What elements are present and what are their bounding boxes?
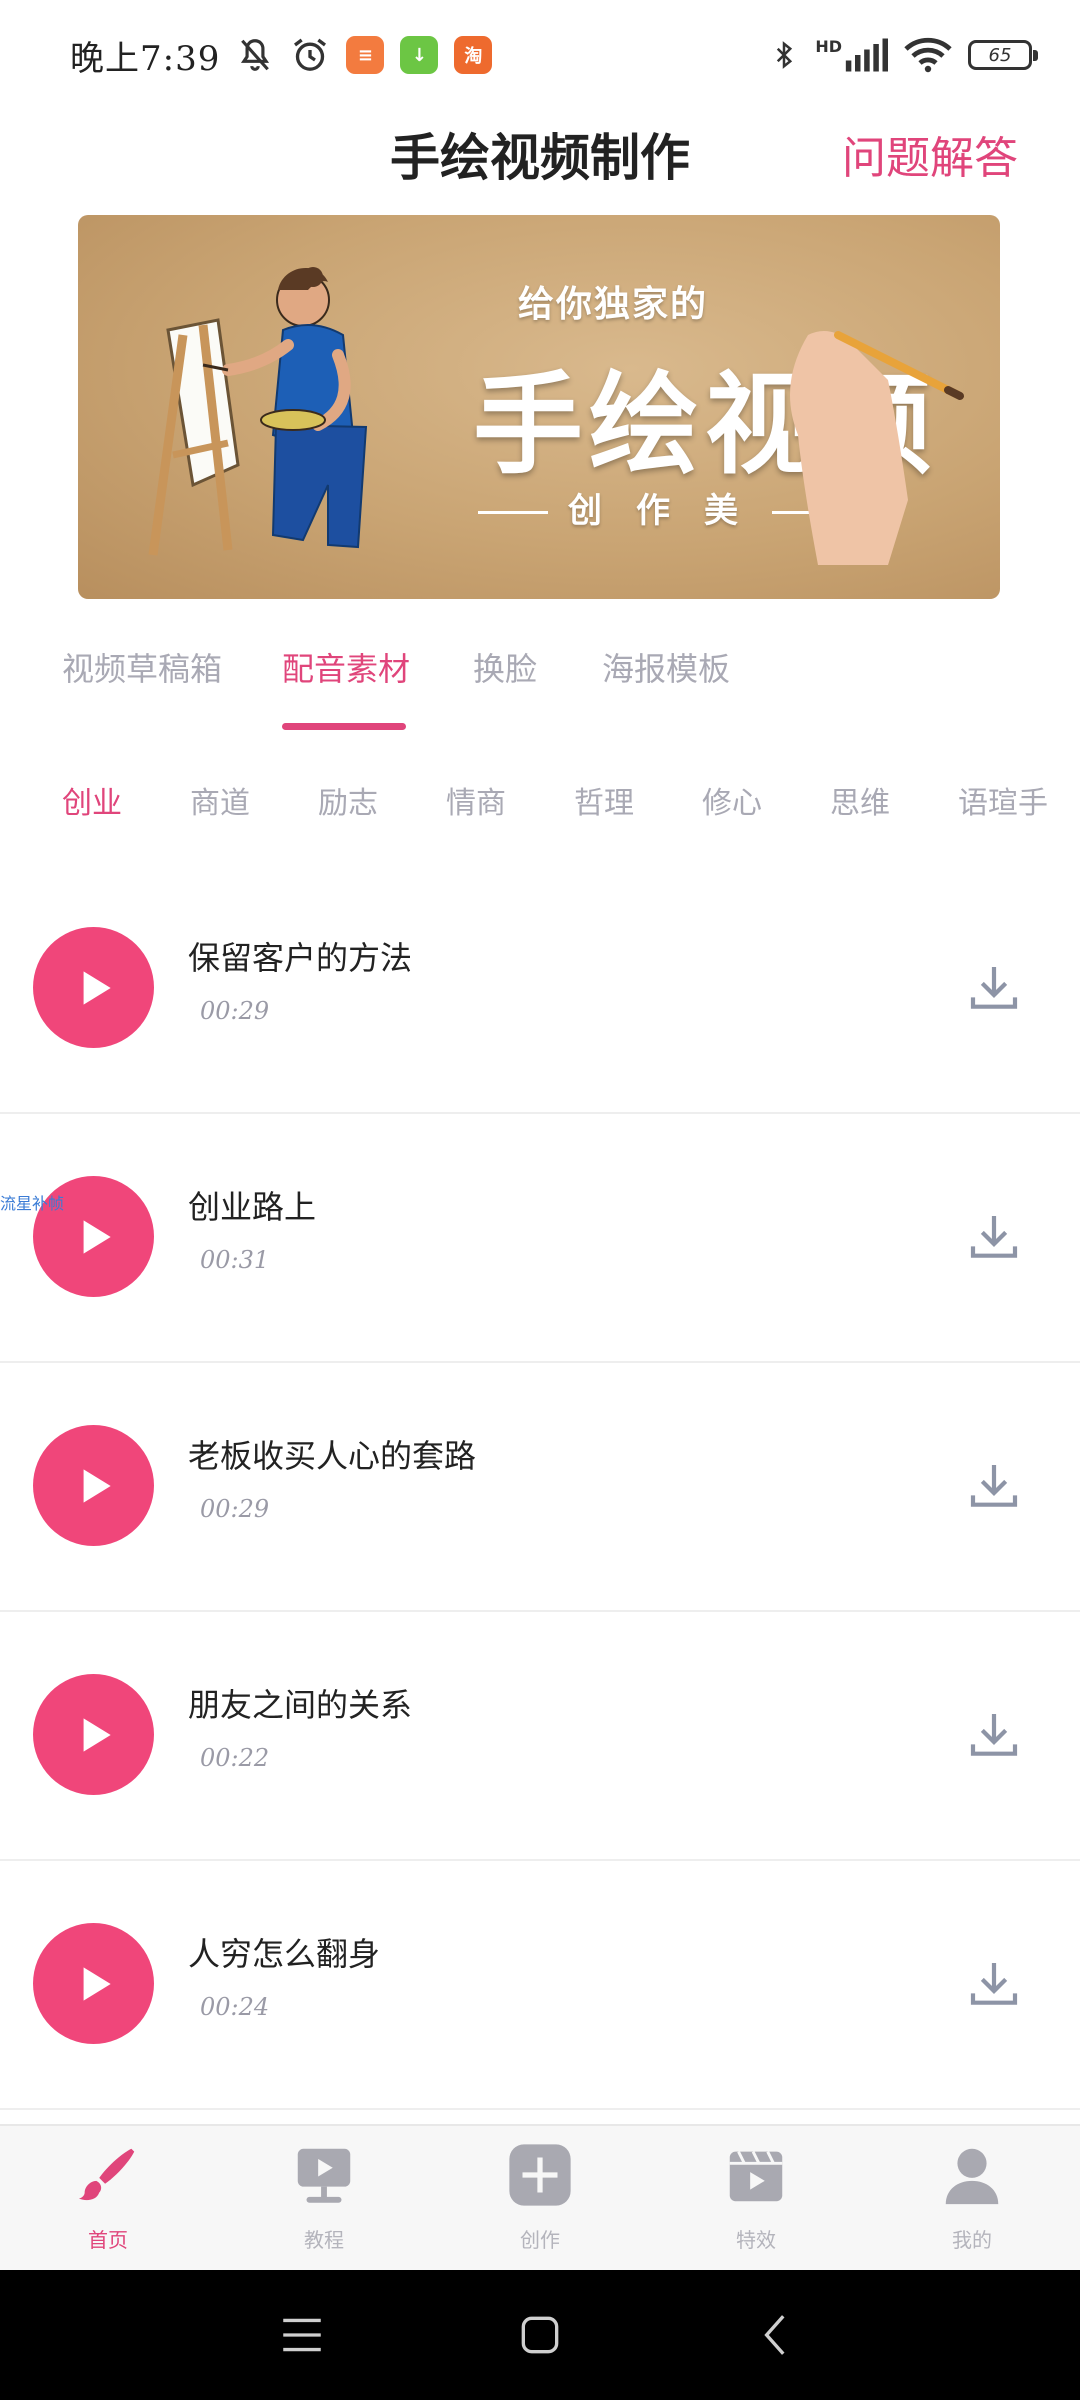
audio-list-item[interactable]: 朋友之间的关系 00:22 xyxy=(0,1612,1080,1861)
profile-person-icon xyxy=(945,2148,999,2205)
mute-bell-icon xyxy=(241,39,270,71)
painter-illustration-icon xyxy=(148,267,368,556)
back-chevron-icon[interactable] xyxy=(752,2310,802,2360)
wifi-icon xyxy=(904,37,952,73)
play-icon xyxy=(83,1717,111,1752)
play-icon xyxy=(83,1468,111,1503)
bottom-nav: 首页 教程 创作 特效 我的 xyxy=(0,2124,1080,2270)
app-root: 晚上7:39 ≡ ↓ 淘 HD 65 手绘视频制作 问题解答 给你独家的 手绘视… xyxy=(0,0,1080,2400)
download-icon[interactable] xyxy=(966,960,1022,1016)
nav-profile[interactable]: 我的 xyxy=(917,2140,1027,2253)
nav-label: 创作 xyxy=(520,2228,560,2252)
download-icon[interactable] xyxy=(966,1707,1022,1763)
audio-duration: 00:29 xyxy=(200,997,270,1025)
banner-subtitle: 给你独家的 xyxy=(518,284,709,325)
audio-duration: 00:29 xyxy=(200,1495,270,1523)
category-chip[interactable]: 语瑄手 xyxy=(958,778,1048,822)
download-icon[interactable] xyxy=(966,1956,1022,2012)
category-chip[interactable]: 修心 xyxy=(702,778,762,822)
category-chip[interactable]: 哲理 xyxy=(574,778,634,822)
taobao-badge-icon: 淘 xyxy=(454,36,493,74)
effects-clapper-icon xyxy=(729,2151,783,2202)
play-button[interactable] xyxy=(33,1674,154,1795)
tab-video-drafts[interactable]: 视频草稿箱 xyxy=(62,644,222,690)
play-button[interactable] xyxy=(33,927,154,1048)
bluetooth-icon xyxy=(777,41,793,69)
active-tab-indicator xyxy=(282,723,406,730)
audio-title: 人穷怎么翻身 xyxy=(188,1935,381,1973)
tab-dubbing-materials[interactable]: 配音素材 xyxy=(282,644,410,690)
category-chip[interactable]: 励志 xyxy=(318,778,378,822)
download-icon[interactable] xyxy=(966,1209,1022,1265)
audio-list-item[interactable]: 老板收买人心的套路 00:29 xyxy=(0,1363,1080,1612)
audio-title: 创业路上 xyxy=(188,1188,317,1226)
audio-title: 老板收买人心的套路 xyxy=(188,1437,477,1475)
promo-banner[interactable]: 给你独家的 手绘视频 创作美 xyxy=(78,215,1000,599)
download-icon[interactable] xyxy=(966,1458,1022,1514)
nav-label: 首页 xyxy=(88,2228,128,2252)
create-plus-icon xyxy=(509,2144,571,2206)
nav-effects[interactable]: 特效 xyxy=(701,2140,811,2253)
battery-icon: 65 xyxy=(968,40,1038,70)
signal-hd-label: HD xyxy=(815,36,842,56)
brush-icon xyxy=(78,2148,135,2201)
audio-duration: 00:22 xyxy=(200,1744,270,1772)
nav-home[interactable]: 首页 xyxy=(53,2140,163,2253)
nav-tutorial[interactable]: 教程 xyxy=(269,2140,379,2253)
nav-create[interactable]: 创作 xyxy=(485,2140,595,2253)
audio-list-item[interactable]: 保留客户的方法 00:29 xyxy=(0,865,1080,1114)
home-square-icon[interactable] xyxy=(515,2310,565,2360)
audio-list-item[interactable]: 创业路上 00:31 xyxy=(0,1114,1080,1363)
audio-duration: 00:31 xyxy=(200,1246,270,1274)
menu-icon[interactable] xyxy=(277,2310,327,2360)
app-header: 手绘视频制作 问题解答 xyxy=(0,110,1080,200)
category-chip[interactable]: 创业 xyxy=(62,778,122,822)
audio-duration: 00:24 xyxy=(200,1993,270,2021)
audio-title: 保留客户的方法 xyxy=(188,939,413,977)
category-chip[interactable]: 情商 xyxy=(446,778,506,822)
audio-title: 朋友之间的关系 xyxy=(188,1686,413,1724)
alarm-clock-icon xyxy=(294,38,327,71)
tab-face-swap[interactable]: 换脸 xyxy=(473,644,537,690)
faq-link[interactable]: 问题解答 xyxy=(842,122,1018,186)
status-bar: 晚上7:39 ≡ ↓ 淘 HD 65 xyxy=(0,0,1080,110)
status-right: HD 65 xyxy=(769,35,1038,75)
nav-label: 特效 xyxy=(736,2228,776,2252)
nav-label: 教程 xyxy=(304,2228,344,2252)
play-icon xyxy=(83,970,111,1005)
floating-overlay-label[interactable]: 流星补帧 xyxy=(0,1190,64,1214)
category-chip[interactable]: 思维 xyxy=(830,778,890,822)
play-button[interactable] xyxy=(33,1425,154,1546)
audio-list-item[interactable]: 人穷怎么翻身 00:24 xyxy=(0,1861,1080,2110)
play-button[interactable] xyxy=(33,1923,154,2044)
nav-label: 我的 xyxy=(952,2228,992,2252)
play-icon xyxy=(83,1219,111,1254)
mi-store-badge-icon: ≡ xyxy=(346,36,385,74)
status-left: 晚上7:39 ≡ ↓ 淘 xyxy=(70,31,493,80)
download-badge-icon: ↓ xyxy=(400,36,439,74)
hand-pencil-illustration-icon xyxy=(790,331,964,565)
tab-poster-templates[interactable]: 海报模板 xyxy=(602,644,730,690)
main-tabs: 视频草稿箱 配音素材 换脸 海报模板 xyxy=(0,630,1080,730)
audio-list: 保留客户的方法 00:29 创业路上 00:31 老板收买人心的套路 00:29 xyxy=(0,865,1080,2110)
play-icon xyxy=(83,1966,111,2001)
system-nav-bar xyxy=(0,2270,1080,2400)
status-time: 晚上7:39 xyxy=(70,38,221,79)
category-chip[interactable]: 商道 xyxy=(190,778,250,822)
tutorial-screen-icon xyxy=(297,2148,351,2203)
category-bar: 创业 商道 励志 情商 哲理 修心 思维 语瑄手 xyxy=(0,770,1080,830)
cellular-signal-icon xyxy=(845,38,888,72)
